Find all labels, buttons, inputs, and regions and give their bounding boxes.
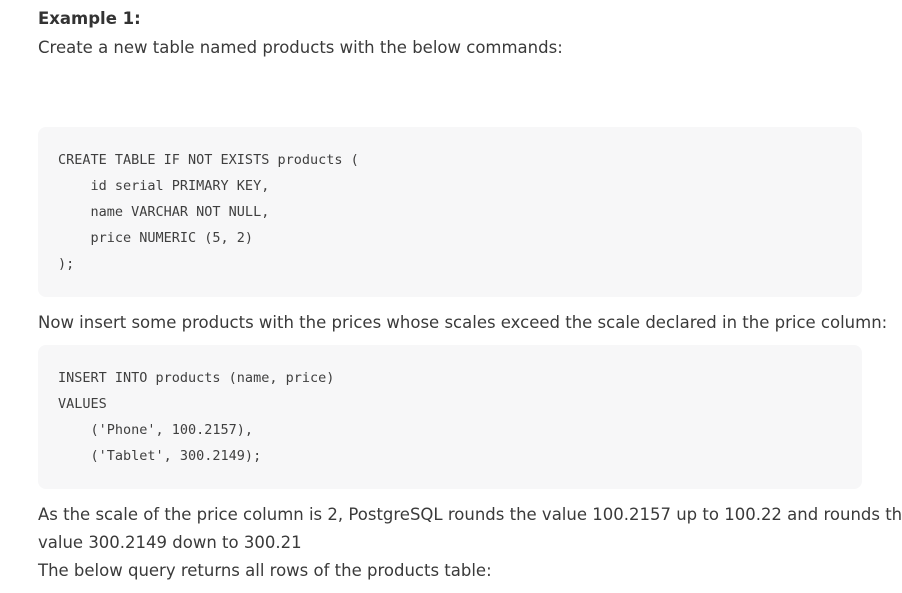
- code-line: );: [58, 256, 75, 272]
- query-intro-text: The below query returns all rows of the …: [38, 561, 492, 580]
- code-line: CREATE TABLE IF NOT EXISTS products (: [58, 152, 359, 168]
- intro-text: Create a new table named products with t…: [38, 38, 563, 57]
- code-line: VALUES: [58, 396, 107, 412]
- insert-intro-text: Now insert some products with the prices…: [38, 313, 888, 332]
- code-line: name VARCHAR NOT NULL,: [58, 204, 270, 220]
- code-line: INSERT INTO products (name, price): [58, 370, 335, 386]
- insert-code-block: INSERT INTO products (name, price) VALUE…: [38, 345, 862, 489]
- example-heading: Example 1:: [38, 9, 141, 28]
- code-line: ('Phone', 100.2157),: [58, 422, 254, 438]
- explanation-text-line1: As the scale of the price column is 2, P…: [38, 505, 902, 524]
- code-line: price NUMERIC (5, 2): [58, 230, 254, 246]
- explanation-text-line2: value 300.2149 down to 300.21: [38, 533, 302, 552]
- create-table-code-block: CREATE TABLE IF NOT EXISTS products ( id…: [38, 127, 862, 297]
- code-line: ('Tablet', 300.2149);: [58, 448, 262, 464]
- code-line: id serial PRIMARY KEY,: [58, 178, 270, 194]
